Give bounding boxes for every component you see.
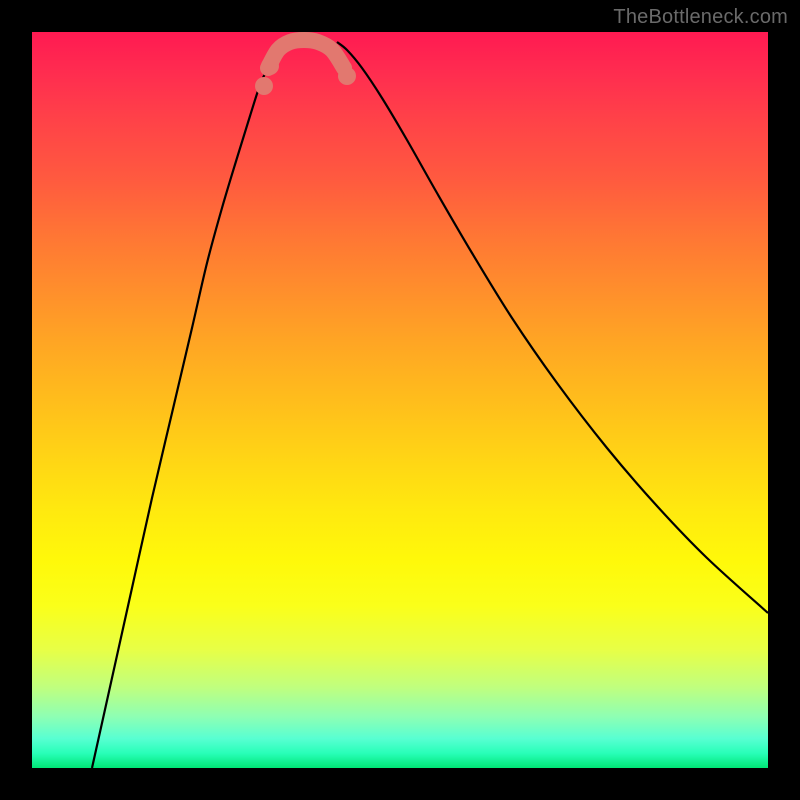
left-dot-lower	[261, 57, 279, 75]
outer-frame: TheBottleneck.com	[0, 0, 800, 800]
curves-svg	[32, 32, 768, 768]
valley-bump	[268, 40, 344, 68]
plot-area	[32, 32, 768, 768]
left-curve	[92, 42, 292, 768]
right-curve	[337, 42, 768, 613]
left-dot-upper	[255, 77, 273, 95]
watermark-text: TheBottleneck.com	[613, 6, 788, 29]
right-dot	[338, 67, 356, 85]
